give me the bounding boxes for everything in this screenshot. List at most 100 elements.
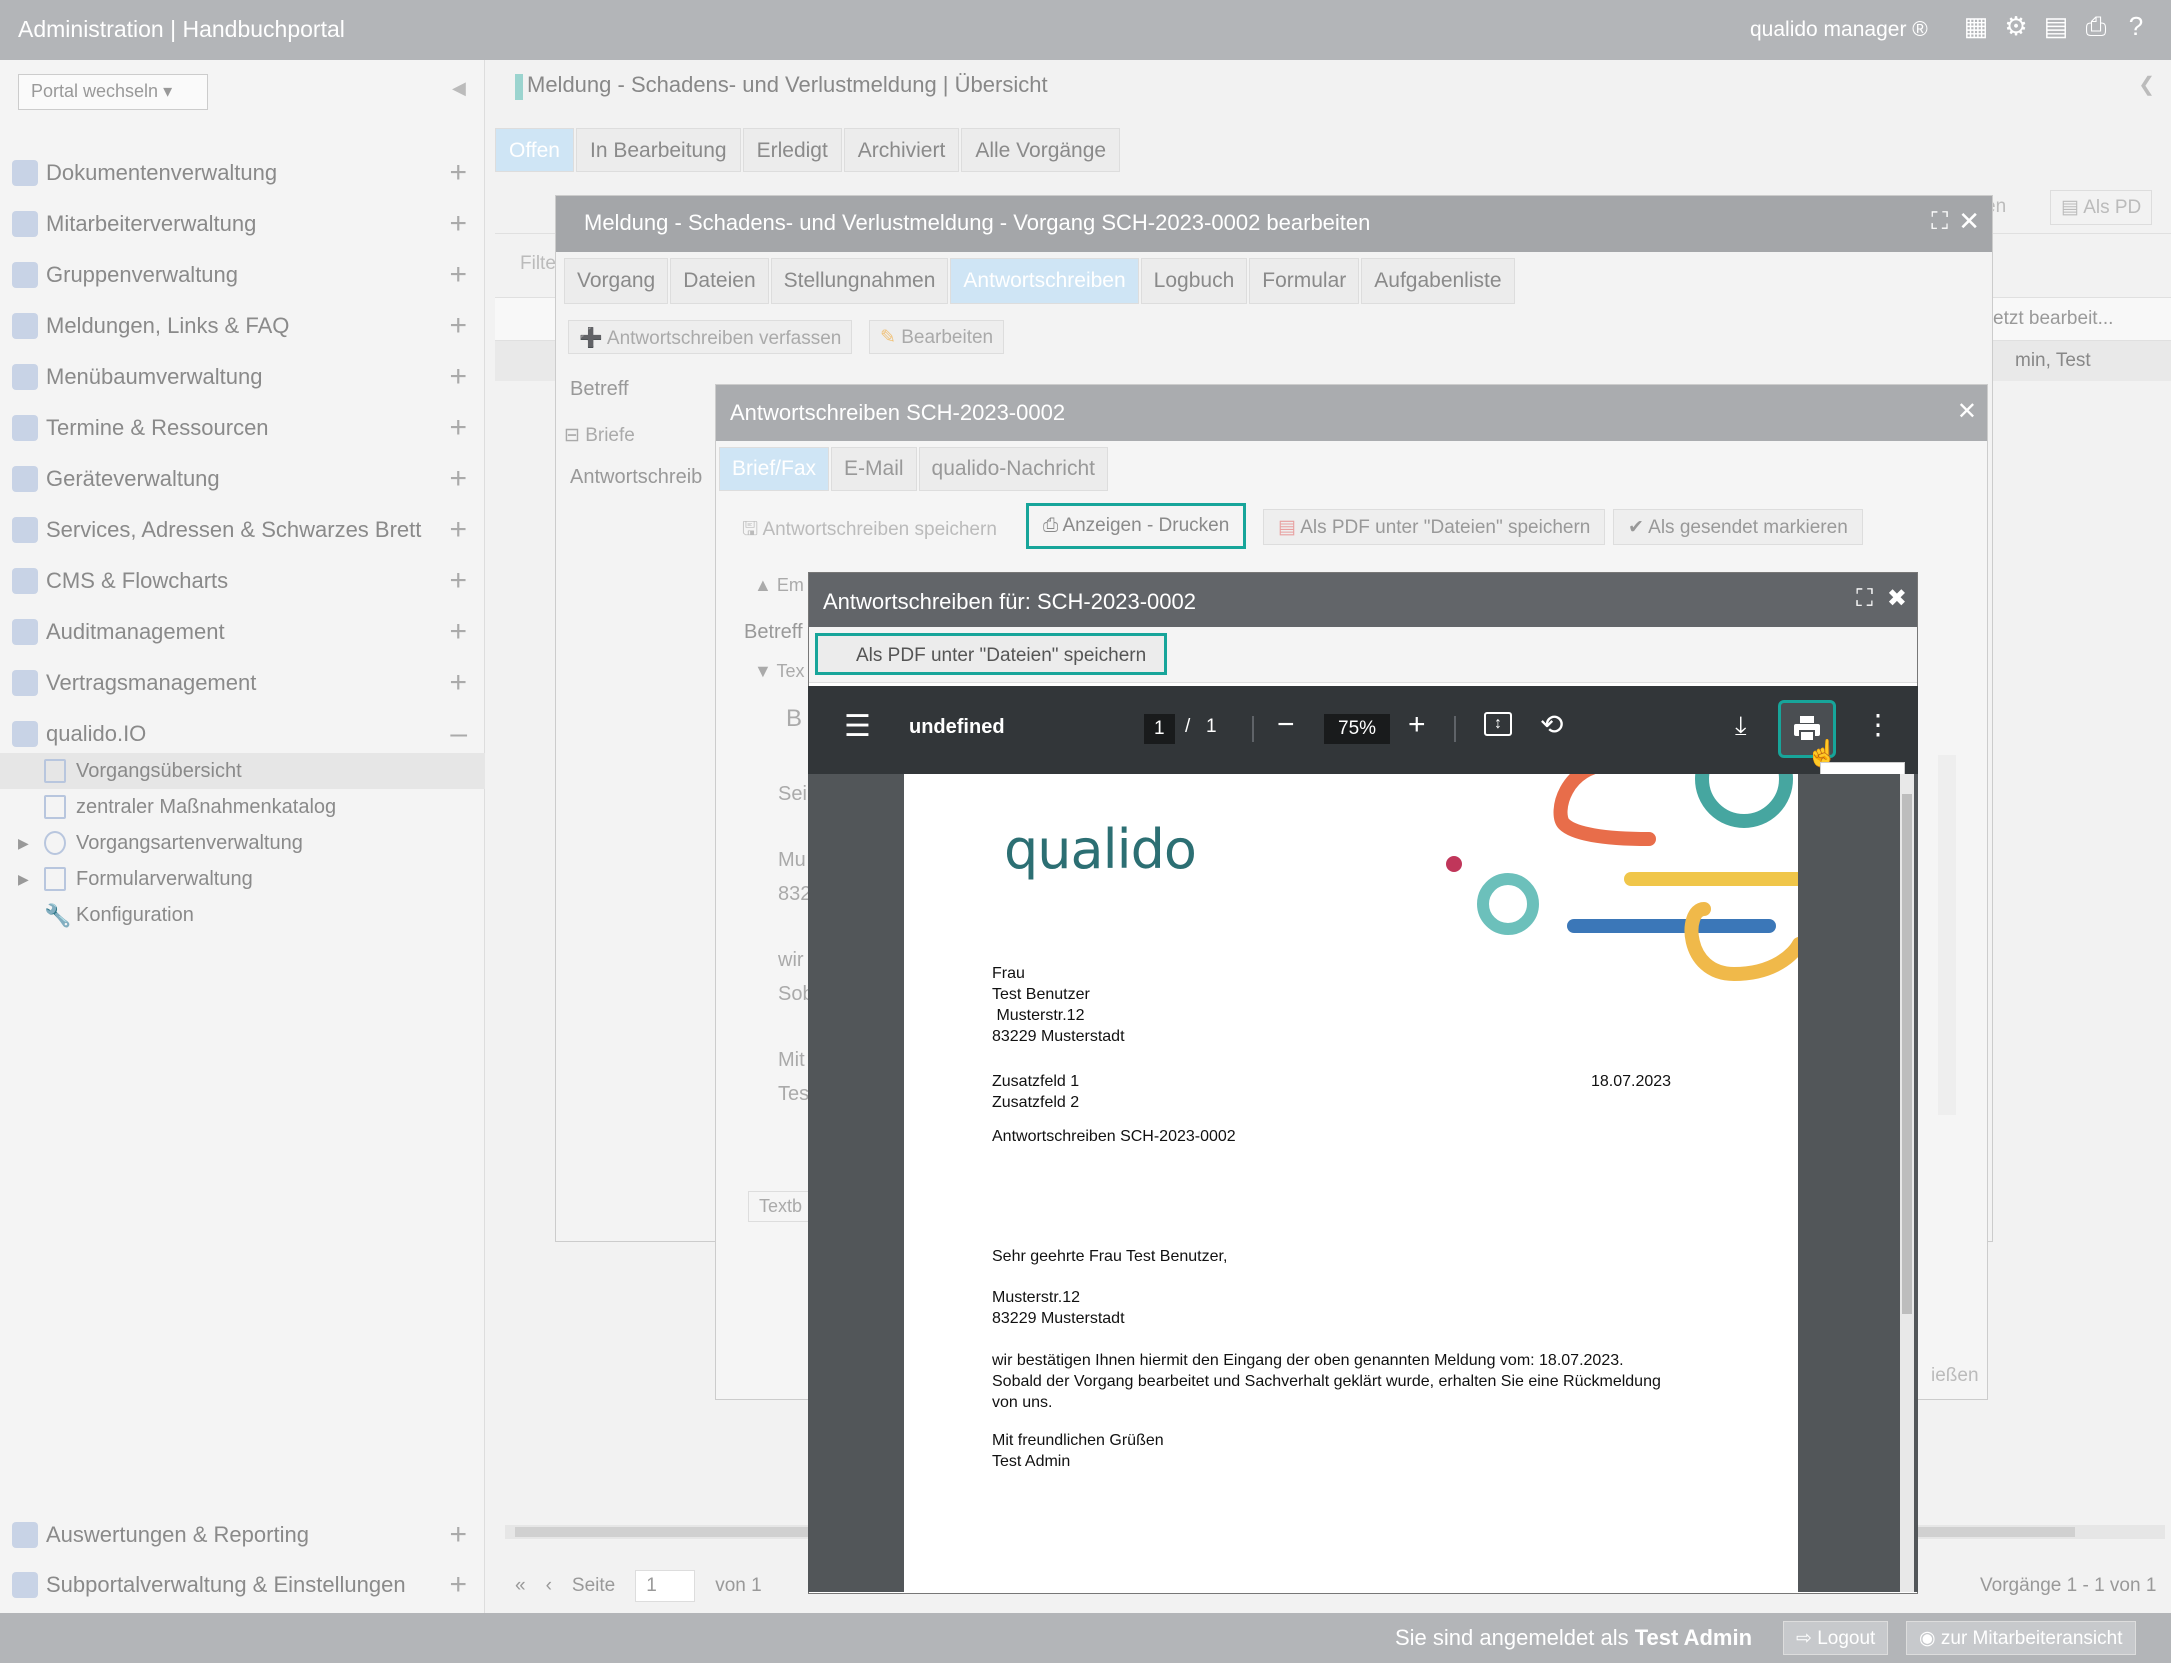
zoom-out-icon[interactable]: − <box>1277 708 1295 742</box>
editor-scrollbar[interactable] <box>1938 755 1956 1115</box>
export-pdf-button[interactable]: ▤ Als PD <box>2050 190 2153 225</box>
tab-erledigt[interactable]: Erledigt <box>742 128 842 172</box>
show-print-button[interactable]: ⎙ Anzeigen - Drucken <box>1026 503 1247 549</box>
expand-icon[interactable]: + <box>449 411 467 445</box>
sidebar-item-geraete[interactable]: Geräteverwaltung + <box>0 454 485 504</box>
sidebar-item-dokumente[interactable]: Dokumentenverwaltung + <box>0 148 485 198</box>
tab-offen[interactable]: Offen <box>495 128 574 172</box>
tab-antwortschreiben[interactable]: Antwortschreiben <box>950 258 1139 304</box>
expand-icon[interactable]: + <box>449 564 467 598</box>
editor-bold-button[interactable]: B <box>786 705 802 733</box>
expand-triangle-icon[interactable]: ▶ <box>18 871 29 888</box>
help-icon[interactable]: ? <box>2122 12 2150 40</box>
tab-logbuch[interactable]: Logbuch <box>1140 258 1248 304</box>
zoom-in-icon[interactable]: + <box>1408 708 1426 742</box>
maximize-icon[interactable]: ⛶ <box>1931 208 1948 236</box>
portal-select[interactable]: Portal wechseln ▾ <box>18 74 208 110</box>
sidebar-item-qualido-io[interactable]: qualido.IO – <box>0 709 485 759</box>
expand-icon[interactable]: + <box>449 1568 467 1602</box>
scrollbar-thumb[interactable] <box>1902 794 1912 1314</box>
maximize-icon[interactable]: ⛶ <box>1856 587 1873 611</box>
collapse-group-icon[interactable]: ⊟ <box>564 425 580 446</box>
sidebar-item-auswertungen[interactable]: Auswertungen & Reporting + <box>0 1510 485 1560</box>
collapse-right-icon[interactable]: ❮ <box>2138 72 2155 97</box>
pager-page-input[interactable]: 1 <box>635 1570 696 1602</box>
first-page-icon[interactable]: « <box>515 1575 526 1597</box>
column-header-subject[interactable]: Betreff <box>570 378 629 401</box>
sidebar-subitem-vorgangsuebersicht[interactable]: Vorgangsübersicht <box>0 753 485 789</box>
sidebar-subitem-formulare[interactable]: ▶ Formularverwaltung <box>0 861 485 897</box>
close-icon[interactable]: ✖ <box>1887 587 1907 611</box>
pdf-icon[interactable]: ▤ <box>2042 12 2070 40</box>
expand-icon[interactable]: + <box>449 258 467 292</box>
pdf-scrollbar[interactable] <box>1900 774 1914 1592</box>
tab-brief-fax[interactable]: Brief/Fax <box>719 447 830 491</box>
tab-qualido-nachricht[interactable]: qualido-Nachricht <box>918 447 1108 491</box>
expand-icon[interactable]: + <box>449 462 467 496</box>
menu-icon[interactable]: ☰ <box>844 712 871 742</box>
text-modules-button[interactable]: Textb <box>748 1191 814 1222</box>
settings-icon[interactable]: ⚙ <box>2002 12 2030 40</box>
mark-sent-button[interactable]: ✔ Als gesendet markieren <box>1613 509 1863 545</box>
pdf-zoom-level[interactable]: 75% <box>1324 714 1391 744</box>
barcode-icon[interactable]: ▦ <box>1962 12 1990 40</box>
sidebar-item-audit[interactable]: Auditmanagement + <box>0 607 485 657</box>
prev-page-icon[interactable]: ‹ <box>546 1575 552 1597</box>
pager-summary: Vorgänge 1 - 1 von 1 <box>1980 1575 2157 1596</box>
tab-archiviert[interactable]: Archiviert <box>843 128 960 172</box>
expand-icon[interactable]: + <box>449 360 467 394</box>
text-section[interactable]: ▼ Tex <box>754 661 805 682</box>
group-letters[interactable]: ⊟ Briefe <box>564 424 635 447</box>
collapse-sidebar-icon[interactable]: ◀ <box>452 78 466 99</box>
letter-row[interactable]: Antwortschreib <box>570 466 702 489</box>
expand-icon[interactable]: + <box>449 666 467 700</box>
collapse-icon[interactable]: – <box>450 717 467 751</box>
expand-icon[interactable]: + <box>449 309 467 343</box>
sidebar-item-gruppen[interactable]: Gruppenverwaltung + <box>0 250 485 300</box>
tab-aufgabenliste[interactable]: Aufgabenliste <box>1361 258 1515 304</box>
close-button[interactable]: ießen <box>1931 1365 1979 1387</box>
edit-button[interactable]: ✎ Bearbeiten <box>869 320 1005 354</box>
sidebar-item-vertrag[interactable]: Vertragsmanagement + <box>0 658 485 708</box>
expand-icon[interactable]: + <box>449 513 467 547</box>
compose-reply-button[interactable]: ➕ Antwortschreiben verfassen <box>568 320 853 354</box>
recipient-section[interactable]: ▲ Em <box>754 575 804 596</box>
save-pdf-button[interactable]: ▤ Als PDF unter "Dateien" speichern <box>1263 509 1606 545</box>
tab-alle-vorgaenge[interactable]: Alle Vorgänge <box>961 128 1121 172</box>
fit-page-icon[interactable]: ↕ <box>1484 712 1512 736</box>
sidebar-item-services[interactable]: Services, Adressen & Schwarzes Brett + <box>0 505 485 555</box>
logout-button[interactable]: ⇨ Logout <box>1783 1621 1889 1655</box>
sidebar-item-cms[interactable]: CMS & Flowcharts + <box>0 556 485 606</box>
expand-icon[interactable]: + <box>449 615 467 649</box>
sidebar-item-meldungen[interactable]: Meldungen, Links & FAQ + <box>0 301 485 351</box>
tab-formular[interactable]: Formular <box>1249 258 1360 304</box>
sidebar-item-subportal[interactable]: Subportalverwaltung & Einstellungen + <box>0 1560 485 1610</box>
expand-icon[interactable]: + <box>449 156 467 190</box>
tab-vorgang[interactable]: Vorgang <box>564 258 669 304</box>
rotate-icon[interactable]: ⟲ <box>1540 708 1563 741</box>
sidebar-item-termine[interactable]: Termine & Ressourcen + <box>0 403 485 453</box>
tab-dateien[interactable]: Dateien <box>670 258 769 304</box>
tab-in-bearbeitung[interactable]: In Bearbeitung <box>575 128 741 172</box>
close-icon[interactable]: ✕ <box>1957 397 1977 426</box>
sidebar-subitem-konfiguration[interactable]: 🔧 Konfiguration <box>0 897 485 933</box>
close-icon[interactable]: ✕ <box>1958 206 1980 237</box>
tab-email[interactable]: E-Mail <box>831 447 917 491</box>
sidebar-item-mitarbeiter[interactable]: Mitarbeiterverwaltung + <box>0 199 485 249</box>
column-header-edited[interactable]: etzt bearbeit... <box>1993 308 2113 330</box>
expand-icon[interactable]: + <box>449 207 467 241</box>
sidebar-subitem-vorgangsarten[interactable]: ▶ Vorgangsartenverwaltung <box>0 825 485 861</box>
download-icon[interactable]: ⤓ <box>1735 710 1747 742</box>
pdf-viewport[interactable]: qualido Frau Test Benutzer Musterstr.12 … <box>808 774 1918 1592</box>
expand-icon[interactable]: + <box>449 1518 467 1552</box>
sidebar-subitem-massnahmenkatalog[interactable]: zentraler Maßnahmenkatalog <box>0 789 485 825</box>
sidebar-item-menuebaum[interactable]: Menübaumverwaltung + <box>0 352 485 402</box>
pdf-page-input[interactable]: 1 <box>1144 714 1175 744</box>
employee-view-button[interactable]: ◉ zur Mitarbeiteransicht <box>1906 1621 2136 1655</box>
save-pdf-to-files-button[interactable]: Als PDF unter "Dateien" speichern <box>815 633 1168 675</box>
more-options-icon[interactable]: ⋮ <box>1864 708 1892 741</box>
print-icon[interactable]: ⎙ <box>2082 12 2110 40</box>
save-reply-button[interactable]: 🖫 Antwortschreiben speichern <box>728 509 1011 545</box>
tab-stellungnahmen[interactable]: Stellungnahmen <box>770 258 949 304</box>
expand-triangle-icon[interactable]: ▶ <box>18 835 29 852</box>
